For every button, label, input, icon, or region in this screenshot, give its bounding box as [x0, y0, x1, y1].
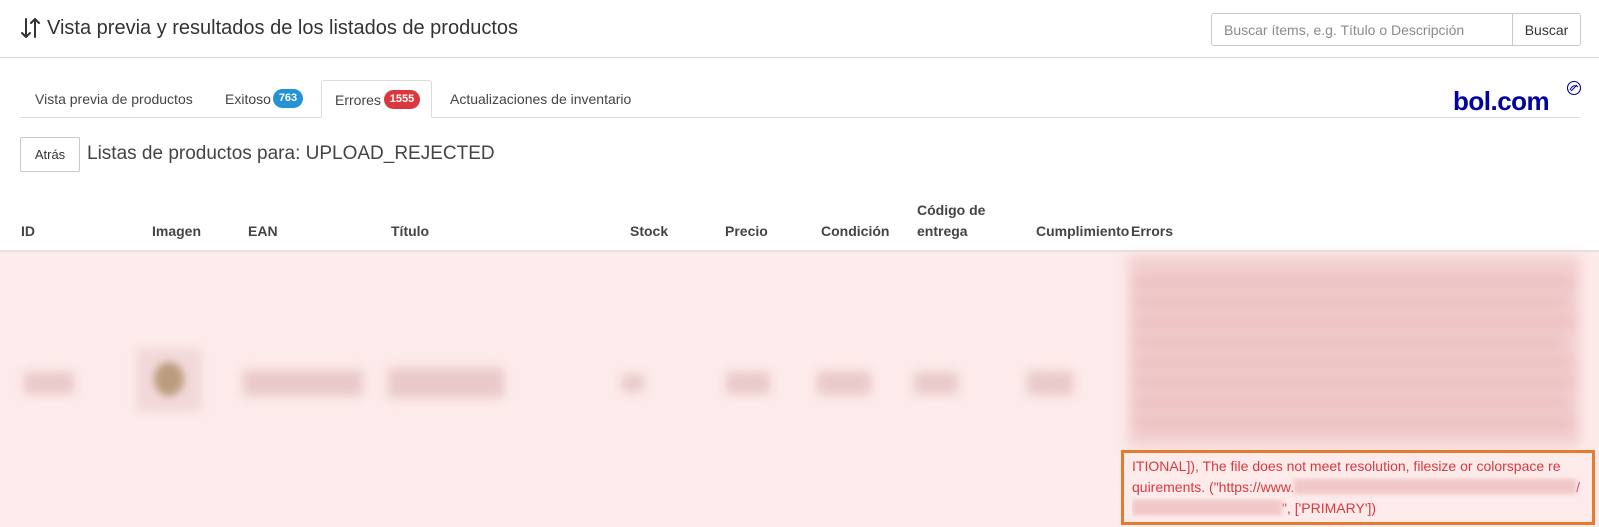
tab-label: Exitoso	[225, 91, 271, 107]
bolcom-logo: bol.com	[1453, 81, 1582, 116]
error-message-highlight: ITIONAL]), The file does not meet resolu…	[1121, 450, 1595, 525]
tab-product-preview[interactable]: Vista previa de productos	[20, 80, 208, 118]
logo-text: bol.com	[1453, 86, 1549, 116]
tab-label: Vista previa de productos	[35, 91, 193, 107]
column-header-title[interactable]: Título	[391, 221, 429, 242]
column-header-image[interactable]: Imagen	[152, 221, 201, 242]
tab-inventory-updates[interactable]: Actualizaciones de inventario	[435, 80, 645, 118]
error-text: ", ['PRIMARY'])	[1282, 500, 1377, 516]
ean-cell-redacted	[243, 370, 363, 396]
listing-heading: Listas de productos para: UPLOAD_REJECTE…	[87, 143, 495, 164]
search-input[interactable]	[1211, 13, 1513, 46]
redacted-url	[1294, 479, 1577, 494]
tab-label: Errores	[335, 92, 381, 108]
column-header-delivery-code[interactable]: Código de entrega	[917, 200, 985, 242]
errors-cell-redacted	[1128, 256, 1580, 446]
error-text: quirements. ("https://www.	[1132, 479, 1295, 495]
top-bar: Vista previa y resultados de los listado…	[0, 0, 1599, 58]
column-header-fulfillment[interactable]: Cumplimiento	[1036, 221, 1129, 242]
column-header-price[interactable]: Precio	[725, 221, 768, 242]
fulfillment-cell-redacted	[1027, 371, 1073, 395]
error-count-badge: 1555	[384, 90, 420, 109]
tab-successful[interactable]: Exitoso 763	[210, 80, 312, 118]
error-text: /	[1576, 479, 1581, 495]
search-button[interactable]: Buscar	[1512, 13, 1581, 46]
delivery-code-cell-redacted	[914, 372, 958, 394]
column-header-condition[interactable]: Condición	[821, 221, 889, 242]
condition-cell-redacted	[817, 371, 871, 395]
redacted-url	[1132, 500, 1282, 515]
column-header-id[interactable]: ID	[21, 221, 35, 242]
error-line: ITIONAL]), The file does not meet resolu…	[1132, 458, 1561, 474]
stock-cell-redacted	[622, 374, 644, 392]
title-cell-redacted	[388, 368, 504, 398]
column-header-errors[interactable]: Errors	[1131, 221, 1173, 242]
id-cell-redacted	[24, 372, 74, 394]
tab-label: Actualizaciones de inventario	[450, 91, 632, 107]
price-cell-redacted	[726, 372, 770, 394]
sort-icon	[21, 18, 40, 38]
success-count-badge: 763	[273, 89, 303, 108]
column-header-line: entrega	[917, 223, 968, 239]
column-header-ean[interactable]: EAN	[248, 221, 278, 242]
error-line: quirements. ("https://www. /	[1132, 477, 1583, 498]
error-line: ", ['PRIMARY'])	[1132, 498, 1583, 519]
column-header-stock[interactable]: Stock	[630, 221, 668, 242]
column-header-line: Código de	[917, 202, 986, 218]
tab-errors[interactable]: Errores 1555	[321, 80, 432, 118]
back-button[interactable]: Atrás	[20, 137, 80, 172]
product-image-thumbnail	[136, 348, 202, 412]
page-title: Vista previa y resultados de los listado…	[47, 17, 519, 39]
